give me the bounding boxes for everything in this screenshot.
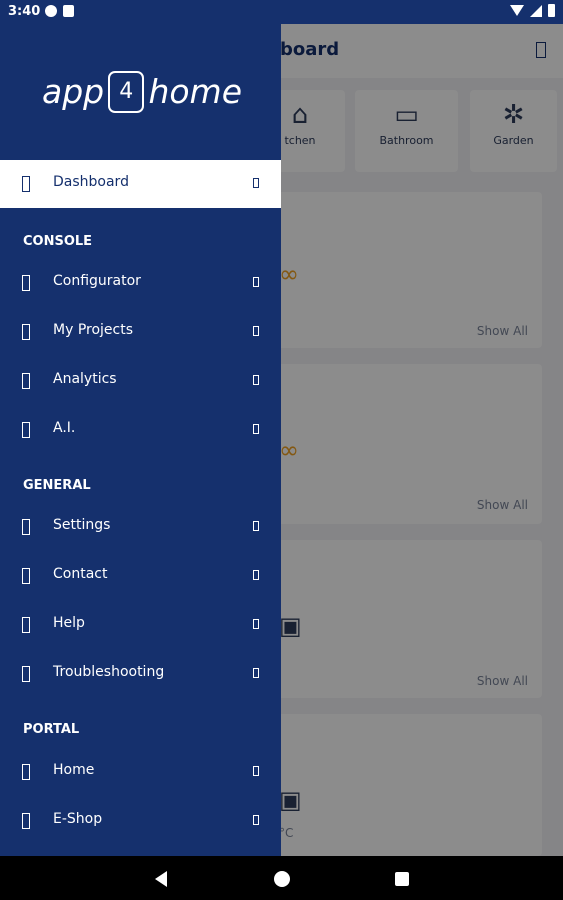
chevron-right-icon <box>253 375 259 385</box>
chevron-right-icon <box>253 521 259 531</box>
drawer-item-troubleshooting[interactable]: Troubleshooting <box>0 650 281 698</box>
chevron-right-icon <box>253 326 259 336</box>
home-icon <box>22 764 30 780</box>
app-logo: app 4 home <box>42 69 242 114</box>
drawer-item-label: Analytics <box>53 371 117 387</box>
drawer-item-label: A.I. <box>53 420 76 436</box>
drawer-item-label: Contact <box>53 566 108 582</box>
drawer-item-label: E-Shop <box>53 811 103 827</box>
drawer-item-eshop[interactable]: E-Shop <box>0 797 281 845</box>
drawer-item-label: Configurator <box>53 273 141 289</box>
drawer-item-label: Dashboard <box>53 174 129 190</box>
sim-icon <box>63 5 74 17</box>
drawer-item-my-projects[interactable]: My Projects <box>0 308 281 356</box>
chevron-right-icon <box>253 668 259 678</box>
chevron-right-icon <box>253 766 259 776</box>
logo-text-right: home <box>148 72 242 111</box>
drawer-item-ai[interactable]: A.I. <box>0 406 281 454</box>
chevron-right-icon <box>253 424 259 434</box>
logo-text-mid: 4 <box>108 70 145 113</box>
drawer-item-configurator[interactable]: Configurator <box>0 259 281 307</box>
troubleshooting-icon <box>22 666 30 682</box>
analytics-icon <box>22 373 30 389</box>
chevron-right-icon <box>253 277 259 287</box>
drawer-item-label: My Projects <box>53 322 134 338</box>
drawer-item-home[interactable]: Home <box>0 748 281 796</box>
chevron-right-icon <box>253 619 259 629</box>
drawer-item-help[interactable]: Help <box>0 601 281 649</box>
projects-icon <box>22 324 30 340</box>
drawer-item-label: Home <box>53 762 95 778</box>
contact-icon <box>22 568 30 584</box>
shop-icon <box>22 813 30 829</box>
help-icon <box>22 617 30 633</box>
drawer-item-analytics[interactable]: Analytics <box>0 357 281 405</box>
section-title-general: GENERAL <box>23 478 91 493</box>
chevron-right-icon <box>253 570 259 580</box>
recents-icon[interactable] <box>395 872 409 886</box>
drawer-item-label: Help <box>53 615 85 631</box>
drawer-item-label: Settings <box>53 517 111 533</box>
signal-icon <box>530 4 542 17</box>
home-button-icon[interactable] <box>274 871 290 887</box>
chevron-right-icon <box>253 815 259 825</box>
system-navigation-bar <box>0 856 563 900</box>
status-time: 3:40 <box>8 4 41 19</box>
configurator-icon <box>22 275 30 291</box>
battery-icon <box>548 4 555 17</box>
back-icon[interactable] <box>155 871 167 887</box>
drawer-item-contact[interactable]: Contact <box>0 552 281 600</box>
section-title-portal: PORTAL <box>23 722 80 737</box>
status-bar: 3:40 <box>0 0 563 24</box>
notification-icon <box>45 5 57 17</box>
settings-icon <box>22 519 30 535</box>
section-title-console: CONSOLE <box>23 234 93 249</box>
wifi-icon <box>510 5 524 16</box>
logo-text-left: app <box>42 72 105 111</box>
chevron-right-icon <box>253 178 259 188</box>
dashboard-icon <box>22 176 30 192</box>
ai-icon <box>22 422 30 438</box>
navigation-drawer: app 4 home Dashboard CONSOLE Configurato… <box>0 24 281 856</box>
drawer-item-dashboard[interactable]: Dashboard <box>0 160 281 208</box>
drawer-item-settings[interactable]: Settings <box>0 503 281 551</box>
drawer-item-label: Troubleshooting <box>53 664 165 680</box>
